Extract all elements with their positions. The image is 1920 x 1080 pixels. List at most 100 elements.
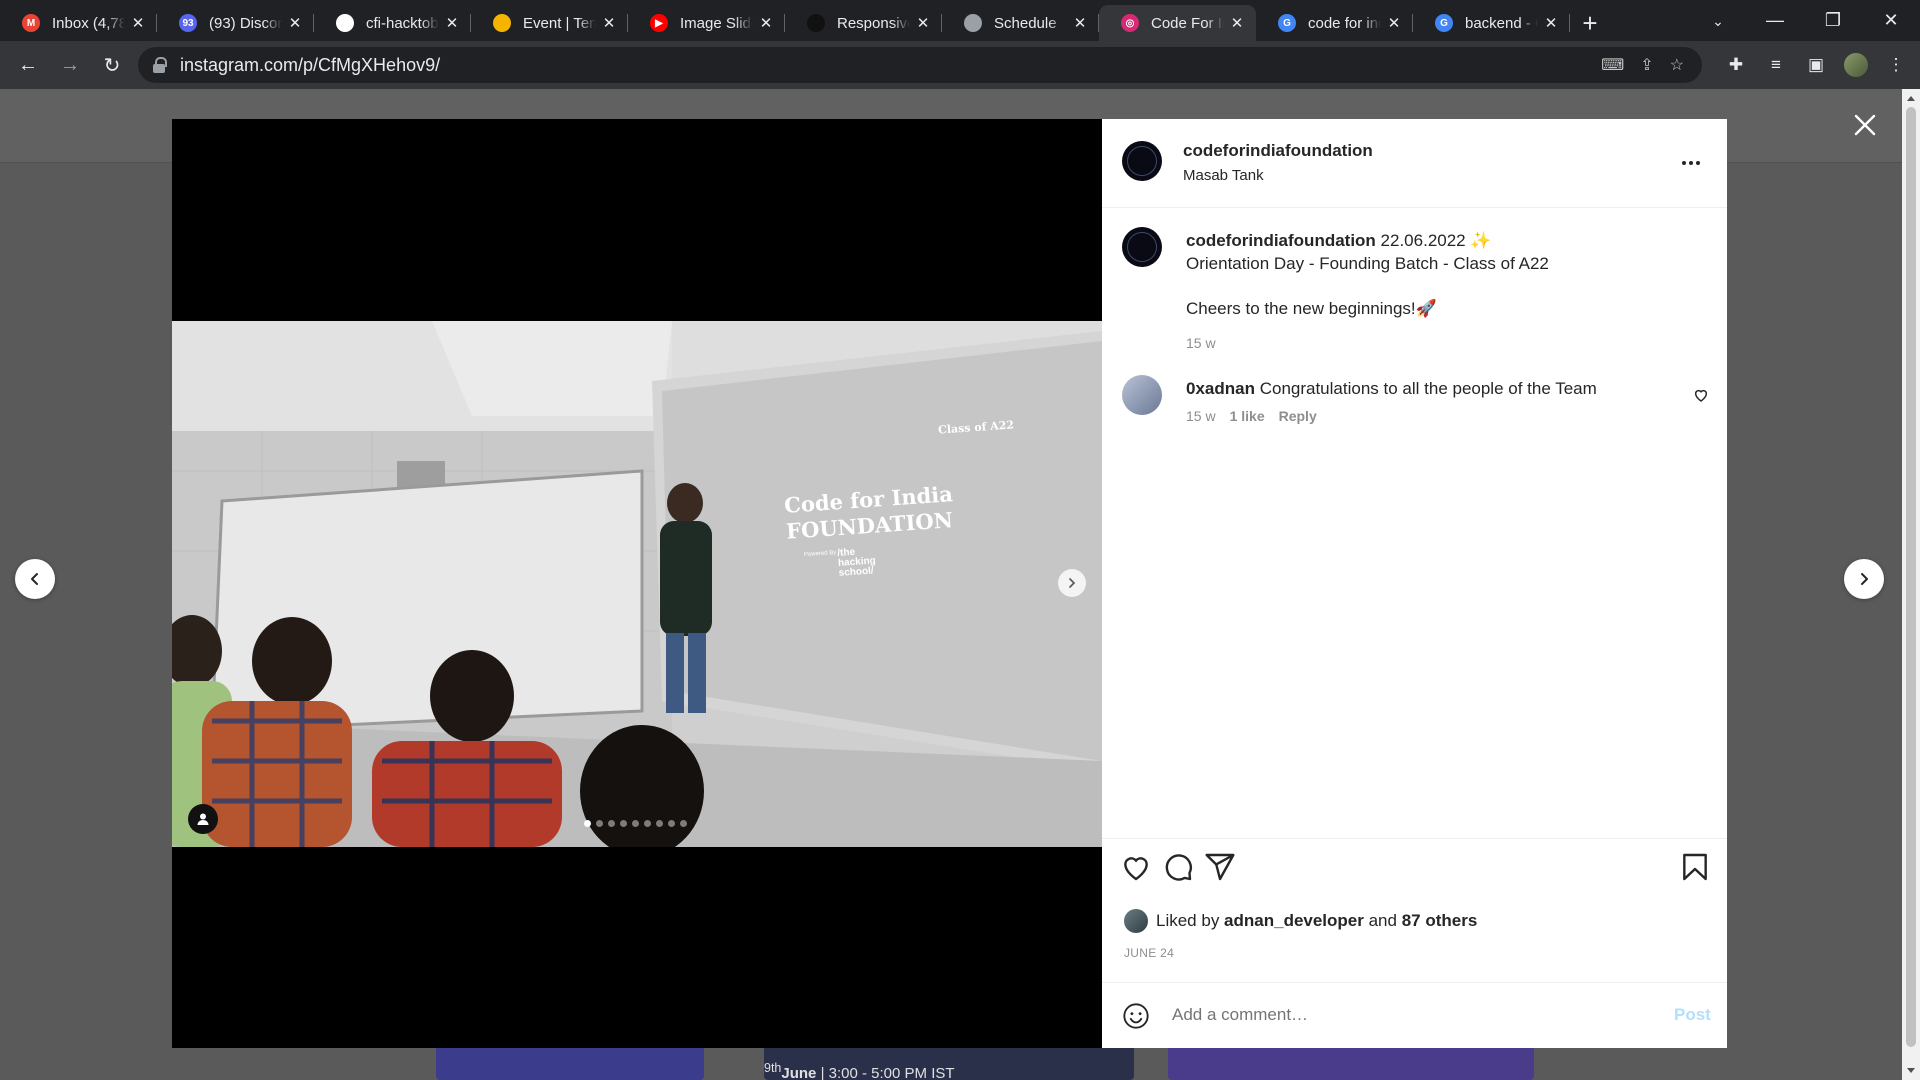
event-icon xyxy=(493,14,511,32)
author-username[interactable]: codeforindiafoundation xyxy=(1183,141,1373,161)
address-bar[interactable]: instagram.com/p/CfMgXHehov9/ ⌨ ⇪ ☆ xyxy=(138,47,1702,83)
previous-post-button[interactable] xyxy=(15,559,55,599)
close-modal-icon[interactable] xyxy=(1848,108,1882,142)
next-slide-button[interactable] xyxy=(1058,569,1086,597)
post-date[interactable]: JUNE 24 xyxy=(1124,946,1174,960)
comment-reply-button[interactable]: Reply xyxy=(1279,408,1317,424)
translate-icon[interactable]: ⌨ xyxy=(1601,55,1624,75)
slide-dot xyxy=(656,820,663,827)
share-paper-plane-icon[interactable] xyxy=(1204,851,1236,883)
comment-like-heart-icon[interactable] xyxy=(1693,387,1709,403)
post-comment-button[interactable]: Post xyxy=(1674,1005,1711,1025)
bookmark-star-icon[interactable]: ☆ xyxy=(1670,55,1684,75)
slide-dot xyxy=(644,820,651,827)
scrollbar-thumb[interactable] xyxy=(1906,107,1916,1047)
caption-age[interactable]: 15 w xyxy=(1186,332,1706,355)
browser-tab[interactable]: Schedule ✕ xyxy=(942,5,1099,41)
side-panel-icon[interactable]: ▣ xyxy=(1798,47,1834,83)
comment-input[interactable] xyxy=(1172,1005,1652,1025)
tab-title: cfi-hacktoberfest xyxy=(366,14,439,32)
window-close-icon[interactable]: ✕ xyxy=(1862,0,1920,41)
extensions-icon[interactable]: ✚ xyxy=(1718,47,1754,83)
toolbar-icons: ✚ ≡ ▣ ⋮ xyxy=(1718,41,1914,89)
lock-icon[interactable] xyxy=(152,57,167,73)
browser-tab[interactable]: Gbackend - Google✕ xyxy=(1413,5,1570,41)
slide-dot xyxy=(680,820,687,827)
like-heart-icon[interactable] xyxy=(1120,851,1152,883)
tab-close-icon[interactable]: ✕ xyxy=(600,14,618,32)
browser-tab[interactable]: Responsive ✕ xyxy=(785,5,942,41)
share-icon[interactable]: ⇪ xyxy=(1640,55,1653,75)
comment-username[interactable]: 0xadnan xyxy=(1186,379,1255,398)
comment-composer: Post xyxy=(1102,982,1727,1048)
comment-age[interactable]: 15 w xyxy=(1186,408,1216,424)
post-sidebar: codeforindiafoundation Masab Tank codefo… xyxy=(1102,119,1727,1048)
tab-close-icon[interactable]: ✕ xyxy=(1542,14,1560,32)
scroll-up-icon[interactable] xyxy=(1907,96,1915,101)
tab-close-icon[interactable]: ✕ xyxy=(443,14,461,32)
comment-likes[interactable]: 1 like xyxy=(1230,408,1265,424)
emoji-icon[interactable] xyxy=(1122,1002,1150,1030)
restore-icon[interactable]: ❐ xyxy=(1804,0,1862,41)
omnibox-icons: ⌨ ⇪ ☆ xyxy=(1601,47,1684,83)
caption-date: 22.06.2022 ✨ xyxy=(1375,231,1492,250)
commenter-avatar[interactable] xyxy=(1122,375,1162,415)
tab-title: Schedule xyxy=(994,14,1057,32)
browser-tab[interactable]: M Inbox (4,784)✕ xyxy=(0,5,157,41)
tab-close-icon[interactable]: ✕ xyxy=(286,14,304,32)
forward-icon[interactable]: → xyxy=(50,45,90,85)
post-media[interactable]: Class of A22 Code for India FOUNDATION P… xyxy=(172,119,1102,1048)
tab-close-icon[interactable]: ✕ xyxy=(129,14,147,32)
post-photo[interactable]: Class of A22 Code for India FOUNDATION P… xyxy=(172,321,1102,847)
scroll-down-icon[interactable] xyxy=(1907,1068,1915,1073)
tagged-users-button[interactable] xyxy=(188,804,218,834)
next-post-button[interactable] xyxy=(1844,559,1884,599)
gmail-icon: M xyxy=(22,14,40,32)
caption-avatar[interactable] xyxy=(1122,227,1162,267)
liked-by-others[interactable]: 87 others xyxy=(1402,911,1478,931)
codepen-icon xyxy=(807,14,825,32)
menu-kebab-icon[interactable]: ⋮ xyxy=(1878,47,1914,83)
tab-close-icon[interactable]: ✕ xyxy=(914,14,932,32)
tab-search-icon[interactable]: ⌄ xyxy=(1704,8,1732,34)
tab-close-icon[interactable]: ✕ xyxy=(1071,14,1089,32)
slide-dot xyxy=(596,820,603,827)
browser-tab[interactable]: ▶ Image Slider✕ xyxy=(628,5,785,41)
tab-close-icon[interactable]: ✕ xyxy=(1385,14,1403,32)
comment-bubble-icon[interactable] xyxy=(1162,851,1194,883)
classroom-photo xyxy=(172,321,1102,847)
post-location[interactable]: Masab Tank xyxy=(1183,167,1264,184)
browser-tab[interactable]: Event | Template✕ xyxy=(471,5,628,41)
browser-toolbar: ← → ↻ instagram.com/p/CfMgXHehov9/ ⌨ ⇪ ☆… xyxy=(0,41,1920,89)
caption-line: Orientation Day - Founding Batch - Class… xyxy=(1186,254,1549,273)
browser-tab[interactable]: ◎ Code For India✕ xyxy=(1099,5,1256,41)
browser-tabstrip: MInbox (4,784)✕93(93) Discord✕cfi-hackto… xyxy=(0,0,1920,41)
page-scrollbar[interactable] xyxy=(1902,89,1920,1080)
browser-tab[interactable]: 93 (93) Discord✕ xyxy=(157,5,314,41)
tab-title: Code For India xyxy=(1151,14,1224,32)
author-avatar[interactable] xyxy=(1122,141,1162,181)
post-header: codeforindiafoundation Masab Tank xyxy=(1102,119,1727,208)
tab-title: (93) Discord xyxy=(209,14,282,32)
url-text[interactable]: instagram.com/p/CfMgXHehov9/ xyxy=(180,55,440,76)
save-bookmark-icon[interactable] xyxy=(1679,851,1711,883)
new-tab-icon[interactable]: + xyxy=(1570,5,1610,41)
reload-icon[interactable]: ↻ xyxy=(92,45,132,85)
user-icon xyxy=(197,813,209,825)
tab-close-icon[interactable]: ✕ xyxy=(1228,14,1246,32)
profile-avatar[interactable] xyxy=(1838,47,1874,83)
caption-username[interactable]: codeforindiafoundation xyxy=(1186,231,1376,250)
liked-by-user[interactable]: adnan_developer xyxy=(1224,911,1364,931)
liker-avatar[interactable] xyxy=(1124,909,1148,933)
youtube-icon: ▶ xyxy=(650,14,668,32)
globe-icon xyxy=(964,14,982,32)
minimize-icon[interactable]: — xyxy=(1746,0,1804,41)
back-icon[interactable]: ← xyxy=(8,45,48,85)
more-options-icon[interactable] xyxy=(1682,161,1700,165)
google-icon: G xyxy=(1435,14,1453,32)
comment: 0xadnan Congratulations to all the peopl… xyxy=(1186,377,1686,400)
browser-tab[interactable]: Gcode for india✕ xyxy=(1256,5,1413,41)
tab-close-icon[interactable]: ✕ xyxy=(757,14,775,32)
media-control-icon[interactable]: ≡ xyxy=(1758,47,1794,83)
browser-tab[interactable]: cfi-hacktoberfest✕ xyxy=(314,5,471,41)
